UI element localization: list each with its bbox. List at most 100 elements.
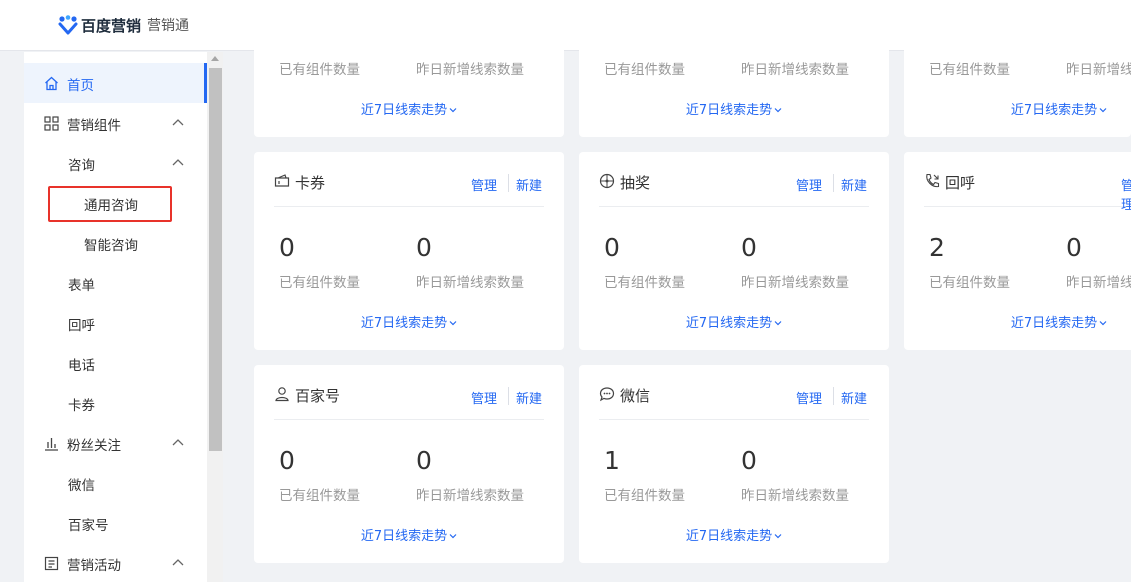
sidebar-item-label: 微信 xyxy=(68,478,95,494)
scroll-up-arrow-icon[interactable] xyxy=(211,56,219,61)
sidebar-item-smart-consult[interactable]: 智能咨询 xyxy=(24,223,207,263)
component-count-value: 1 xyxy=(604,446,620,475)
card-header: 微信 管理 新建 xyxy=(599,383,869,420)
sidebar-item-wechat[interactable]: 微信 xyxy=(24,463,207,503)
manage-link[interactable]: 管理 xyxy=(471,175,497,194)
manage-link[interactable]: 管理 xyxy=(471,388,497,407)
sidebar-item-consult[interactable]: 咨询 xyxy=(24,143,207,183)
card-title: 回呼 xyxy=(945,174,976,192)
trend-link[interactable]: 近7日线索走势 xyxy=(904,312,1131,331)
lottery-card: 抽奖 管理 新建 0 0 已有组件数量 昨日新增线索数量 近7日线索走势 xyxy=(579,152,889,350)
wechat-card: 微信 管理 新建 1 0 已有组件数量 昨日新增线索数量 近7日线索走势 xyxy=(579,365,889,563)
coupon-icon xyxy=(274,174,290,187)
baijiahao-card: 百家号 管理 新建 0 0 已有组件数量 昨日新增线索数量 近7日线索走势 xyxy=(254,365,564,563)
leads-count-label: 昨日新增线索数量 xyxy=(416,488,524,504)
leads-count-label: 昨日新增线索数量 xyxy=(1066,62,1131,78)
card-title: 卡券 xyxy=(295,174,326,192)
component-card: 已有组件数量 昨日新增线索数量 近7日线索走势 xyxy=(904,0,1131,137)
leads-count-label: 昨日新增线索数量 xyxy=(741,275,849,291)
trend-label: 近7日线索走势 xyxy=(360,529,448,544)
chat-bubble-icon xyxy=(599,387,615,402)
component-card: 已有组件数量 昨日新增线索数量 近7日线索走势 xyxy=(579,0,889,137)
trend-link[interactable]: 近7日线索走势 xyxy=(904,99,1131,118)
trend-link[interactable]: 近7日线索走势 xyxy=(254,525,564,544)
manage-link[interactable]: 管理 xyxy=(796,175,822,194)
sidebar-item-fans[interactable]: 粉丝关注 xyxy=(24,423,207,463)
trend-link[interactable]: 近7日线索走势 xyxy=(579,312,889,331)
sidebar-item-label: 卡券 xyxy=(68,398,95,414)
new-link[interactable]: 新建 xyxy=(516,175,542,194)
chevron-down-icon xyxy=(1099,108,1107,113)
leads-count-label: 昨日新增线索数量 xyxy=(741,488,849,504)
brand-name: 百度营销 xyxy=(81,16,142,35)
sidebar-item-baijiahao[interactable]: 百家号 xyxy=(24,503,207,543)
user-icon xyxy=(275,387,289,402)
component-count-value: 0 xyxy=(279,233,295,262)
sidebar-item-label: 智能咨询 xyxy=(84,238,138,254)
card-title: 抽奖 xyxy=(620,174,651,192)
sidebar-item-marketing-components[interactable]: 营销组件 xyxy=(24,103,207,143)
leads-count-label: 昨日新增线索数量 xyxy=(416,62,524,78)
divider xyxy=(508,174,509,192)
chevron-down-icon xyxy=(774,108,782,113)
component-count-label: 已有组件数量 xyxy=(279,488,360,504)
trend-link[interactable]: 近7日线索走势 xyxy=(579,525,889,544)
sidebar-item-home[interactable]: 首页 xyxy=(24,63,207,103)
chevron-up-icon xyxy=(172,119,184,126)
trend-label: 近7日线索走势 xyxy=(1010,103,1098,118)
manage-link[interactable]: 管理 xyxy=(796,388,822,407)
sidebar-item-phone[interactable]: 电话 xyxy=(24,343,207,383)
trend-link[interactable]: 近7日线索走势 xyxy=(254,99,564,118)
chevron-down-icon xyxy=(449,534,457,539)
manage-link[interactable]: 管理 xyxy=(1121,175,1131,213)
leads-count-value: 0 xyxy=(1066,233,1082,262)
baidu-marketing-logo-icon xyxy=(58,15,78,35)
leads-count-label: 昨日新增线索数量 xyxy=(1066,275,1131,291)
component-count-value: 0 xyxy=(279,446,295,475)
chevron-up-icon xyxy=(172,159,184,166)
phone-callback-icon xyxy=(926,173,940,188)
new-link[interactable]: 新建 xyxy=(841,175,867,194)
card-title: 微信 xyxy=(620,387,651,405)
bar-chart-icon xyxy=(45,438,58,451)
card-header: 抽奖 管理 新建 xyxy=(599,170,869,207)
lottery-wheel-icon xyxy=(599,173,615,189)
chevron-down-icon xyxy=(774,534,782,539)
chevron-down-icon xyxy=(449,321,457,326)
divider xyxy=(833,174,834,192)
card-header: 回呼 管理 xyxy=(924,170,1131,213)
new-link[interactable]: 新建 xyxy=(516,388,542,407)
chevron-down-icon xyxy=(774,321,782,326)
sidebar-item-label: 营销活动 xyxy=(67,558,121,574)
trend-label: 近7日线索走势 xyxy=(685,316,773,331)
sidebar-item-marketing-activity[interactable]: 营销活动 xyxy=(24,543,207,582)
sidebar-item-label: 回呼 xyxy=(68,318,95,334)
brand-logo[interactable]: 百度营销 营销通 xyxy=(58,13,189,37)
grid-icon xyxy=(44,116,59,131)
component-card: 已有组件数量 昨日新增线索数量 近7日线索走势 xyxy=(254,0,564,137)
sidebar-item-label: 粉丝关注 xyxy=(67,438,121,454)
trend-link[interactable]: 近7日线索走势 xyxy=(254,312,564,331)
component-count-label: 已有组件数量 xyxy=(604,488,685,504)
chevron-down-icon xyxy=(1099,321,1107,326)
trend-label: 近7日线索走势 xyxy=(360,103,448,118)
sidebar-item-coupon[interactable]: 卡券 xyxy=(24,383,207,423)
trend-label: 近7日线索走势 xyxy=(685,103,773,118)
sidebar-item-form[interactable]: 表单 xyxy=(24,263,207,303)
sidebar-nav: 首页 营销组件 咨询 通用咨询 智能咨询 表单 回呼 电话 卡券 粉丝关注 微信… xyxy=(24,52,207,582)
sidebar-item-callback[interactable]: 回呼 xyxy=(24,303,207,343)
trend-link[interactable]: 近7日线索走势 xyxy=(579,99,889,118)
sidebar-scrollbar[interactable] xyxy=(207,52,223,582)
chevron-up-icon xyxy=(172,559,184,566)
leads-count-value: 0 xyxy=(741,446,757,475)
new-link[interactable]: 新建 xyxy=(841,388,867,407)
card-header: 百家号 管理 新建 xyxy=(274,383,544,420)
component-count-label: 已有组件数量 xyxy=(604,275,685,291)
card-header: 卡券 管理 新建 xyxy=(274,170,544,207)
divider xyxy=(833,387,834,405)
coupon-card: 卡券 管理 新建 0 0 已有组件数量 昨日新增线索数量 近7日线索走势 xyxy=(254,152,564,350)
component-count-label: 已有组件数量 xyxy=(279,275,360,291)
component-count-label: 已有组件数量 xyxy=(929,275,1010,291)
scrollbar-thumb[interactable] xyxy=(209,68,222,451)
trend-label: 近7日线索走势 xyxy=(1010,316,1098,331)
